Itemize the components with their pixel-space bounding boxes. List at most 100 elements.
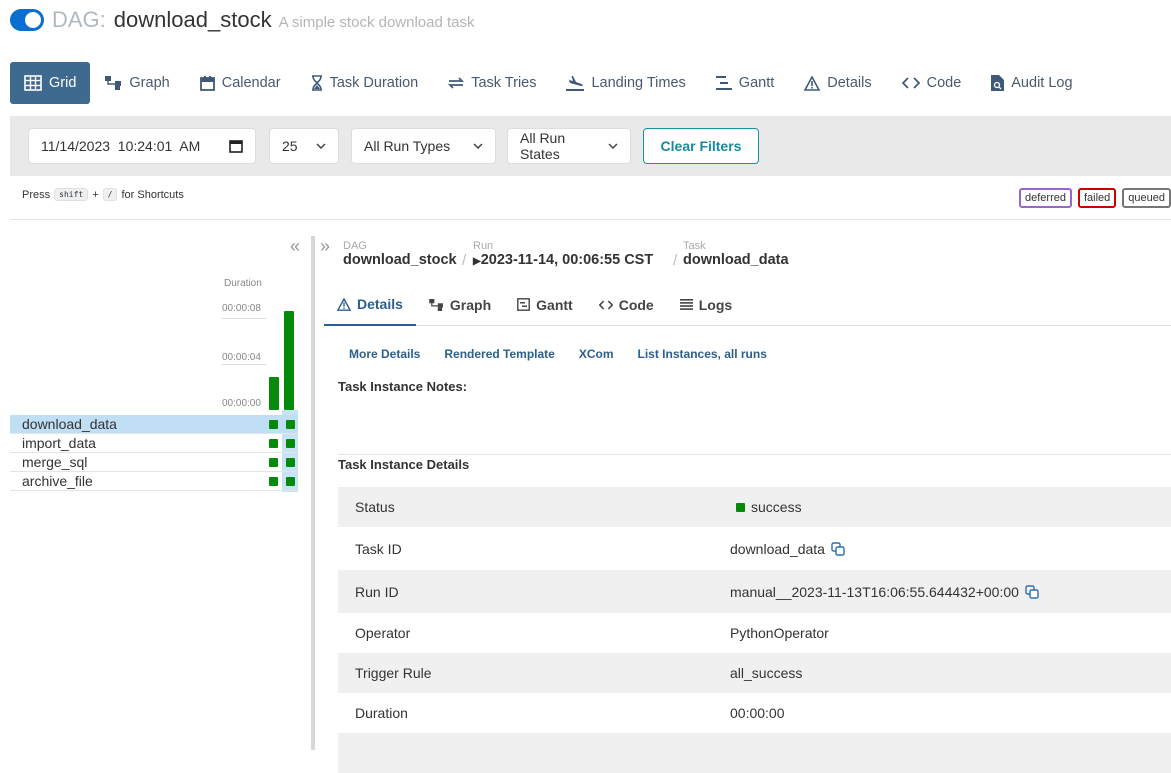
task-row-download-data[interactable]: download_data (10, 415, 298, 434)
code-icon (901, 77, 920, 89)
legend-queued[interactable]: queued (1122, 188, 1171, 208)
table-row: Duration 00:00:00 (338, 693, 1171, 733)
nav-label: Grid (49, 75, 77, 91)
run-types-value: All Run Types (364, 138, 451, 154)
detail-key: Operator (355, 625, 411, 641)
num-runs-select[interactable]: 25 (269, 128, 339, 164)
nav-graph[interactable]: Graph (90, 62, 184, 104)
shortcuts-hint: Press shift + / for Shortcuts (22, 188, 184, 201)
task-row-import-data[interactable]: import_data (10, 434, 298, 453)
run-states-select[interactable]: All Run States (507, 128, 631, 164)
breadcrumb-task[interactable]: Task download_data (683, 240, 789, 268)
run-id-value: manual__2023-11-13T16:06:55.644432+00:00 (730, 583, 1019, 600)
dag-prefix: DAG: (52, 7, 106, 32)
run-states-value: All Run States (520, 130, 566, 162)
copy-icon[interactable] (831, 541, 845, 556)
detail-key: Trigger Rule (355, 665, 432, 681)
task-instance-cell[interactable] (286, 439, 295, 448)
nav-code[interactable]: Code (887, 62, 977, 104)
table-row: Trigger Rule all_success (338, 653, 1171, 693)
nav-gantt[interactable]: Gantt (701, 62, 789, 104)
run-types-select[interactable]: All Run Types (351, 128, 496, 164)
audit-log-icon (991, 75, 1005, 91)
task-row-merge-sql[interactable]: merge_sql (10, 453, 298, 472)
retry-icon (448, 77, 465, 89)
chevron-down-icon (608, 143, 618, 149)
run-id-text: 2023-11-14, 00:06:55 CST (480, 252, 654, 268)
filter-bar: 11/14/2023 10:24:01 AM 25 All Run Types … (10, 116, 1171, 176)
task-instance-cell[interactable] (286, 420, 295, 429)
table-row: Run ID manual__2023-11-13T16:06:55.64443… (338, 570, 1171, 613)
graph-icon (429, 298, 443, 311)
detail-value: manual__2023-11-13T16:06:55.644432+00:00 (730, 584, 1039, 600)
more-details-link[interactable]: More Details (349, 347, 420, 361)
legend-deferred[interactable]: deferred (1019, 188, 1072, 208)
duration-label: Duration (224, 278, 262, 289)
run-duration-bar[interactable] (269, 377, 279, 410)
divider (338, 454, 1171, 455)
shift-key: shift (54, 188, 89, 201)
table-row: Status success (338, 487, 1171, 527)
task-instance-cell[interactable] (269, 439, 278, 448)
task-id-value: download_data (730, 540, 825, 557)
tab-details[interactable]: Details (324, 284, 416, 326)
detail-key: Task ID (355, 540, 402, 557)
task-row-archive-file[interactable]: archive_file (10, 472, 298, 491)
tab-label: Logs (698, 296, 733, 313)
nav-details[interactable]: Details (789, 62, 886, 104)
nav-task-tries[interactable]: Task Tries (433, 62, 551, 104)
tab-code[interactable]: Code (586, 284, 667, 325)
tab-gantt[interactable]: Gantt (504, 284, 586, 325)
nav-task-duration[interactable]: Task Duration (296, 62, 434, 104)
breadcrumb-run[interactable]: Run ▶2023-11-14, 00:06:55 CST (473, 240, 653, 268)
gantt-icon (715, 76, 732, 90)
breadcrumb-separator: / (462, 252, 467, 269)
task-name: download_data (22, 416, 117, 432)
collapse-grid-icon[interactable]: « (290, 236, 300, 257)
run-duration-bar[interactable] (284, 311, 294, 410)
nav-label: Task Duration (329, 75, 419, 91)
rendered-template-link[interactable]: Rendered Template (444, 347, 554, 361)
tab-graph[interactable]: Graph (416, 284, 504, 325)
xcom-link[interactable]: XCom (579, 347, 614, 361)
expand-details-icon[interactable]: » (320, 236, 330, 257)
breadcrumb-value: ▶2023-11-14, 00:06:55 CST (473, 252, 653, 268)
task-instance-cell[interactable] (269, 420, 278, 429)
nav-calendar[interactable]: Calendar (185, 62, 296, 104)
grid-line (222, 364, 266, 365)
table-row: Task ID download_data (338, 527, 1171, 570)
notes-title: Task Instance Notes: (338, 379, 468, 394)
nav-audit-log[interactable]: Audit Log (976, 62, 1087, 104)
tab-label: Gantt (536, 296, 573, 313)
copy-icon[interactable] (1025, 584, 1039, 599)
details-title: Task Instance Details (338, 457, 470, 472)
legend-failed[interactable]: failed (1077, 188, 1117, 208)
nav-label: Landing Times (591, 75, 686, 91)
nav-grid[interactable]: Grid (10, 62, 91, 104)
status-success-icon (736, 502, 745, 512)
dag-pause-toggle[interactable] (10, 9, 44, 31)
detail-value: download_data (730, 541, 845, 557)
tab-logs[interactable]: Logs (667, 284, 745, 325)
base-date-input[interactable]: 11/14/2023 10:24:01 AM (28, 128, 256, 164)
calendar-picker-icon[interactable] (229, 139, 243, 153)
task-instance-cell[interactable] (286, 477, 295, 486)
task-instance-cell[interactable] (269, 477, 278, 486)
nav-label: Code (926, 75, 962, 91)
details-tabs: Details Graph Gantt Code Logs (324, 284, 1171, 326)
chevron-down-icon (316, 143, 326, 149)
graph-icon (105, 76, 122, 90)
slash-key: / (102, 188, 118, 201)
nav-label: Gantt (738, 75, 775, 91)
dag-title: download_stock (113, 7, 272, 32)
breadcrumb-dag[interactable]: DAG download_stock (343, 240, 457, 268)
table-row (338, 733, 1171, 773)
nav-landing-times[interactable]: Landing Times (551, 62, 700, 104)
task-instance-cell[interactable] (269, 458, 278, 467)
list-instances-link[interactable]: List Instances, all runs (638, 347, 767, 361)
calendar-icon (199, 75, 215, 91)
clear-filters-button[interactable]: Clear Filters (643, 128, 759, 164)
panel-resize-handle[interactable] (311, 236, 315, 750)
task-instance-cell[interactable] (286, 458, 295, 467)
status-value: success (751, 499, 802, 515)
